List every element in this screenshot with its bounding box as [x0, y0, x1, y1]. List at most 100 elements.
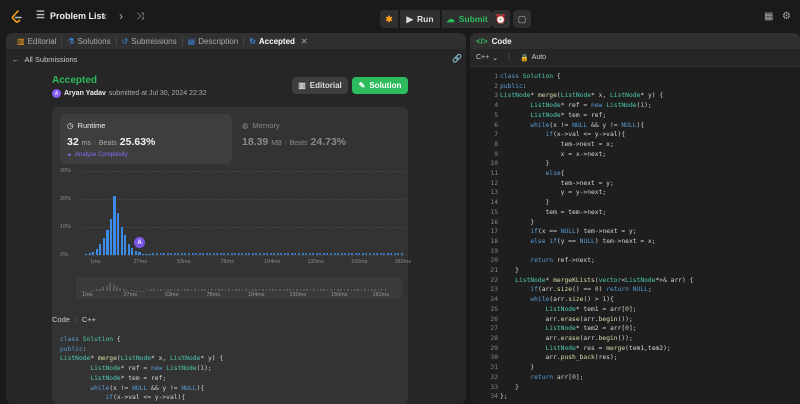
code-line[interactable]: } [500, 363, 796, 373]
code-line[interactable]: return ref->next; [500, 256, 796, 266]
code-line[interactable]: public: [500, 82, 796, 92]
overview-dot [153, 289, 155, 291]
editorial-button[interactable]: ▥ Editorial [292, 77, 348, 94]
code-line[interactable]: tem = tem->next; [500, 208, 796, 218]
tab-description[interactable]: ▤ Description [183, 36, 245, 46]
code-line[interactable]: } [500, 266, 796, 276]
overview-dot [218, 289, 220, 291]
code-line[interactable]: else{ [500, 169, 796, 179]
memory-header[interactable]: ◍ Memory [242, 121, 280, 130]
code-line[interactable]: while(arr.size() > 1){ [500, 295, 796, 305]
histogram-bar[interactable] [124, 235, 127, 255]
histogram-bar[interactable] [106, 229, 109, 255]
code-line[interactable]: } [500, 383, 796, 393]
tab-accepted[interactable]: ↻ Accepted ✕ [244, 37, 312, 46]
histogram-bar[interactable] [131, 248, 134, 255]
line-number: 21 [490, 267, 498, 275]
histogram-bar[interactable] [120, 227, 123, 255]
tab-solutions[interactable]: ⚗ Solutions [62, 36, 117, 46]
code-line[interactable] [500, 247, 796, 257]
code-line[interactable]: while(x != NULL && y != NULL){ [500, 121, 796, 131]
code-line[interactable]: if(arr.size() == 0) return NULL; [500, 285, 796, 295]
line-number: 14 [490, 199, 498, 207]
settings-icon[interactable]: ⚙ [782, 10, 791, 24]
histogram-bar[interactable] [85, 254, 88, 255]
code-line[interactable]: if(x->val <= y->val){ [500, 130, 796, 140]
code-line[interactable]: } [500, 198, 796, 208]
alarm-icon: ⏰ [495, 13, 507, 24]
preview-code-line: ListNode* ref = new ListNode(1); [90, 365, 212, 373]
histogram-bar[interactable] [134, 250, 137, 255]
notes-button[interactable]: ▢ [513, 10, 531, 28]
code-line[interactable]: x = x->next; [500, 150, 796, 160]
auto-mode[interactable]: 🔒 Auto [520, 54, 546, 62]
code-line[interactable]: } [500, 159, 796, 169]
submitted-time: submitted at Jul 30, 2024 22:32 [108, 90, 207, 97]
code-line[interactable]: tem->next = y; [500, 179, 796, 189]
histogram-bar[interactable] [141, 253, 145, 255]
debug-button[interactable]: ✱ [380, 10, 398, 28]
code-line[interactable]: } [500, 218, 796, 228]
code-line[interactable]: return arr[0]; [500, 373, 796, 383]
submit-button[interactable]: ☁ Submit [442, 10, 492, 28]
line-number: 17 [490, 228, 498, 236]
histogram-bar[interactable] [109, 218, 113, 255]
code-line[interactable]: arr.erase(arr.begin()); [500, 315, 796, 325]
code-line[interactable]: y = y->next; [500, 188, 796, 198]
analyze-complexity-link[interactable]: ✦ Analyze Complexity [67, 152, 128, 159]
problem-list-label: Problem List [49, 10, 105, 21]
leetcode-logo-icon[interactable] [10, 10, 24, 24]
layout-icon[interactable]: ▦ [764, 10, 773, 24]
your-submission-marker[interactable]: A [134, 237, 145, 248]
line-number: 9 [494, 150, 498, 158]
beats-label: Beats [98, 140, 117, 147]
histogram-bar[interactable] [145, 253, 148, 255]
code-line[interactable]: }; [500, 392, 796, 402]
code-line[interactable]: arr.push_back(res); [500, 353, 796, 363]
back-arrow-icon: ← [12, 55, 20, 64]
runtime-distribution-chart[interactable]: 30% 20% 10% 0% A 1ms 27ms 53ms 78ms 104ms 130ms 156… [60, 168, 411, 271]
code-line[interactable]: ListNode* merge(ListNode* x, ListNode* y… [500, 91, 796, 101]
prev-problem-icon[interactable]: ‹ [103, 9, 107, 23]
next-problem-icon[interactable]: › [119, 9, 123, 23]
runtime-range-slider[interactable]: 1ms 27ms 53ms 78ms 104ms 130ms 156ms 182ms [76, 277, 402, 299]
code-line[interactable]: arr.erase(arr.begin()); [500, 334, 796, 344]
code-editor[interactable]: class Solution {public: ListNode* merge(L… [500, 72, 796, 402]
code-line[interactable]: tem->next = x; [500, 140, 796, 150]
code-line[interactable]: else if(y == NULL) tem->next = x; [500, 237, 796, 247]
code-line[interactable]: ListNode* ref = new ListNode(1); [500, 101, 796, 111]
histogram-bar[interactable] [127, 243, 130, 255]
code-line[interactable]: ListNode* mergeKLists(vector<ListNode*>&… [500, 276, 796, 286]
user-name[interactable]: Aryan Yadav [64, 90, 106, 97]
timer-button[interactable]: ⏰ [492, 10, 510, 28]
code-line[interactable]: ListNode* res = merge(tem1,tem2); [500, 344, 796, 354]
link-icon[interactable]: 🔗 [452, 54, 462, 63]
histogram-bar[interactable] [95, 249, 98, 255]
code-preview[interactable]: class Solution {public: ListNode* merge(L… [52, 327, 408, 404]
close-tab-icon[interactable]: ✕ [301, 37, 308, 46]
shuffle-icon[interactable]: ⤨ [136, 10, 144, 24]
code-line[interactable]: class Solution { [500, 72, 796, 82]
histogram-bar[interactable] [138, 252, 141, 255]
histogram-dot [262, 253, 265, 255]
problem-list-button[interactable]: ☰ Problem List [36, 10, 104, 21]
histogram-bar[interactable] [88, 253, 91, 255]
code-line[interactable]: if(x == NULL) tem->next = y; [500, 227, 796, 237]
histogram-bar[interactable] [113, 196, 116, 255]
avatar[interactable]: A [52, 89, 61, 98]
language-select[interactable]: C++ ⌄ [476, 54, 498, 62]
code-line[interactable]: ListNode* tem1 = arr[0]; [500, 305, 796, 315]
overview-dot [286, 289, 288, 291]
solution-button[interactable]: ✎ Solution [352, 77, 408, 94]
code-line[interactable]: ListNode* tem = ref; [500, 111, 796, 121]
histogram-bar[interactable] [92, 251, 95, 255]
code-line[interactable]: ListNode* tem2 = arr[0]; [500, 324, 796, 334]
histogram-bar[interactable] [99, 243, 102, 255]
histogram-bar[interactable] [148, 254, 152, 255]
all-submissions-link[interactable]: ← All Submissions [12, 55, 77, 64]
tab-editorial[interactable]: ▥ Editorial [12, 36, 63, 46]
run-button[interactable]: ▶ Run [400, 10, 440, 28]
histogram-bar[interactable] [116, 213, 120, 255]
histogram-bar[interactable] [102, 238, 106, 255]
tab-submissions[interactable]: ↺ Submissions [117, 36, 183, 46]
